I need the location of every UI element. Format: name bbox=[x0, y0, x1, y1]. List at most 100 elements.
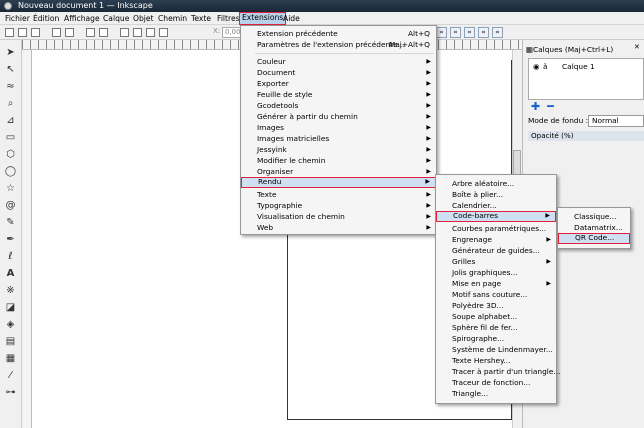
zoom-tool-icon[interactable]: ⌕ bbox=[4, 97, 17, 110]
flip-horizontal-icon[interactable] bbox=[86, 28, 95, 37]
menu-item-engrenage[interactable]: Engrenage ▶ bbox=[436, 234, 556, 245]
menu-item-qr-code[interactable]: QR Code... bbox=[558, 233, 630, 244]
rectangle-tool-icon[interactable]: ▭ bbox=[4, 131, 17, 144]
rendu-submenu: Arbre aléatoire... Boîte à plier... Cale… bbox=[435, 174, 560, 404]
menu-item-jessyink[interactable]: Jessyink ▶ bbox=[241, 144, 436, 155]
menu-item-web[interactable]: Web ▶ bbox=[241, 222, 436, 233]
menu-aide[interactable]: Aide bbox=[283, 12, 300, 25]
menu-item-mise-en-page[interactable]: Mise en page ▶ bbox=[436, 278, 556, 289]
calligraphy-tool-icon[interactable]: ℓ bbox=[4, 250, 17, 263]
blend-mode-label: Mode de fondu : bbox=[528, 116, 589, 125]
layer-row[interactable]: ◉ ǎ Calque 1 bbox=[529, 61, 643, 73]
raise-to-top-icon[interactable] bbox=[120, 28, 129, 37]
menu-item-feuille-de-style[interactable]: Feuille de style ▶ bbox=[241, 89, 436, 100]
blend-mode-select[interactable]: Normal bbox=[588, 115, 644, 127]
snap-bbox-icon[interactable]: ⌗ bbox=[450, 27, 461, 38]
menu-item-tracer-triangle[interactable]: Tracer à partir d'un triangle... bbox=[436, 366, 560, 377]
menu-item-arbre-aleatoire[interactable]: Arbre aléatoire... bbox=[436, 178, 556, 189]
menu-fichier[interactable]: Fichier bbox=[5, 12, 30, 25]
selector-tool-icon[interactable]: ➤ bbox=[4, 46, 17, 59]
menu-item-traceur-fonction[interactable]: Traceur de fonction... bbox=[436, 377, 556, 388]
pen-tool-icon[interactable]: ✒ bbox=[4, 233, 17, 246]
menu-item-lindenmayer[interactable]: Système de Lindenmayer... bbox=[436, 344, 556, 355]
eye-icon[interactable]: ◉ bbox=[533, 61, 539, 73]
menu-filtres[interactable]: Filtres bbox=[217, 12, 240, 25]
menu-item-parametres-extension[interactable]: Paramètres de l'extension précédente... M… bbox=[241, 39, 436, 50]
menu-item-modifier-chemin[interactable]: Modifier le chemin ▶ bbox=[241, 155, 436, 166]
measure-tool-icon[interactable]: ⊿ bbox=[4, 114, 17, 127]
menu-objet[interactable]: Objet bbox=[133, 12, 154, 25]
spray-tool-icon[interactable]: ※ bbox=[4, 284, 17, 297]
menu-item-sphere-fil-de-fer[interactable]: Sphère fil de fer... bbox=[436, 322, 556, 333]
menu-item-polyedre-3d[interactable]: Polyèdre 3D... bbox=[436, 300, 556, 311]
menu-item-jolis-graphiques[interactable]: Jolis graphiques... bbox=[436, 267, 556, 278]
menu-item-gcodetools[interactable]: Gcodetools ▶ bbox=[241, 100, 436, 111]
menu-item-boite-a-plier[interactable]: Boîte à plier... bbox=[436, 189, 556, 200]
text-tool-icon[interactable]: A bbox=[4, 267, 17, 280]
close-icon[interactable]: ✕ bbox=[634, 43, 642, 51]
tweak-tool-icon[interactable]: ≈ bbox=[4, 80, 17, 93]
select-all-layers-icon[interactable] bbox=[18, 28, 27, 37]
menu-item-document[interactable]: Document ▶ bbox=[241, 67, 436, 78]
flip-vertical-icon[interactable] bbox=[99, 28, 108, 37]
menu-chemin[interactable]: Chemin bbox=[158, 12, 187, 25]
snap-guide-icon[interactable]: ⌗ bbox=[478, 27, 489, 38]
snap-nodes-icon[interactable]: ⌗ bbox=[464, 27, 475, 38]
3d-box-tool-icon[interactable]: ⬡ bbox=[4, 148, 17, 161]
rotate-cw-icon[interactable] bbox=[65, 28, 74, 37]
menu-edition[interactable]: Édition bbox=[33, 12, 59, 25]
menu-affichage[interactable]: Affichage bbox=[64, 12, 100, 25]
menu-item-exporter[interactable]: Exporter ▶ bbox=[241, 78, 436, 89]
add-layer-icon[interactable]: ✚ bbox=[531, 100, 540, 113]
lower-to-bottom-icon[interactable] bbox=[159, 28, 168, 37]
menu-item-rendu[interactable]: Rendu ▶ bbox=[241, 177, 436, 188]
snap-page-icon[interactable]: ⌗ bbox=[492, 27, 503, 38]
menu-item-texte[interactable]: Texte ▶ bbox=[241, 189, 436, 200]
lock-icon[interactable]: ǎ bbox=[543, 61, 548, 73]
rotate-ccw-icon[interactable] bbox=[52, 28, 61, 37]
menu-item-images-matricielles[interactable]: Images matricielles ▶ bbox=[241, 133, 436, 144]
spiral-tool-icon[interactable]: @ bbox=[4, 199, 17, 212]
menu-item-visualisation-chemin[interactable]: Visualisation de chemin ▶ bbox=[241, 211, 436, 222]
menu-item-triangle[interactable]: Triangle... bbox=[436, 388, 556, 399]
eraser-tool-icon[interactable]: ◪ bbox=[4, 301, 17, 314]
menu-item-images[interactable]: Images ▶ bbox=[241, 122, 436, 133]
menu-extensions[interactable]: Extensions bbox=[239, 12, 287, 25]
snap-icon[interactable]: ⌗ bbox=[436, 27, 447, 38]
raise-icon[interactable] bbox=[133, 28, 142, 37]
menu-item-generer-chemin[interactable]: Générer à partir du chemin ▶ bbox=[241, 111, 436, 122]
connector-tool-icon[interactable]: ⊶ bbox=[4, 386, 17, 399]
menu-item-grilles[interactable]: Grilles ▶ bbox=[436, 256, 556, 267]
dropper-tool-icon[interactable]: ⁄ bbox=[4, 369, 17, 382]
menu-item-typographie[interactable]: Typographie ▶ bbox=[241, 200, 436, 211]
select-all-icon[interactable] bbox=[5, 28, 14, 37]
pencil-tool-icon[interactable]: ✎ bbox=[4, 216, 17, 229]
menu-item-spirographe[interactable]: Spirographe... bbox=[436, 333, 556, 344]
menu-item-texte-hershey[interactable]: Texte Hershey... bbox=[436, 355, 556, 366]
remove-layer-icon[interactable]: ━ bbox=[547, 100, 554, 113]
menu-item-datamatrix[interactable]: Datamatrix... bbox=[558, 222, 630, 233]
x-input[interactable]: 0,000 bbox=[222, 27, 245, 38]
menu-item-classique[interactable]: Classique... bbox=[558, 211, 630, 222]
menu-item-couleur[interactable]: Couleur ▶ bbox=[241, 56, 436, 67]
lower-icon[interactable] bbox=[146, 28, 155, 37]
menu-item-generateur-guides[interactable]: Générateur de guides... bbox=[436, 245, 556, 256]
menu-item-extension-precedente[interactable]: Extension précédente Alt+Q bbox=[241, 28, 436, 39]
mesh-tool-icon[interactable]: ▦ bbox=[4, 352, 17, 365]
menu-item-organiser[interactable]: Organiser ▶ bbox=[241, 166, 436, 177]
bucket-tool-icon[interactable]: ◈ bbox=[4, 318, 17, 331]
layers-panel-tab[interactable]: ▦Calques (Maj+Ctrl+L) bbox=[526, 44, 644, 56]
menu-item-code-barres[interactable]: Code-barres ▶ bbox=[436, 211, 556, 222]
ellipse-tool-icon[interactable]: ◯ bbox=[4, 165, 17, 178]
menu-item-soupe-alphabet[interactable]: Soupe alphabet... bbox=[436, 311, 556, 322]
gradient-tool-icon[interactable]: ▤ bbox=[4, 335, 17, 348]
menu-calque[interactable]: Calque bbox=[103, 12, 129, 25]
menu-item-motif-sans-couture[interactable]: Motif sans couture... bbox=[436, 289, 556, 300]
deselect-icon[interactable] bbox=[31, 28, 40, 37]
star-tool-icon[interactable]: ☆ bbox=[4, 182, 17, 195]
node-tool-icon[interactable]: ↖ bbox=[4, 63, 17, 76]
opacity-label: Opacité (%) bbox=[528, 131, 644, 141]
menu-texte[interactable]: Texte bbox=[191, 12, 211, 25]
menu-item-courbes-parametriques[interactable]: Courbes paramétriques... bbox=[436, 223, 556, 234]
menu-item-calendrier[interactable]: Calendrier... bbox=[436, 200, 556, 211]
